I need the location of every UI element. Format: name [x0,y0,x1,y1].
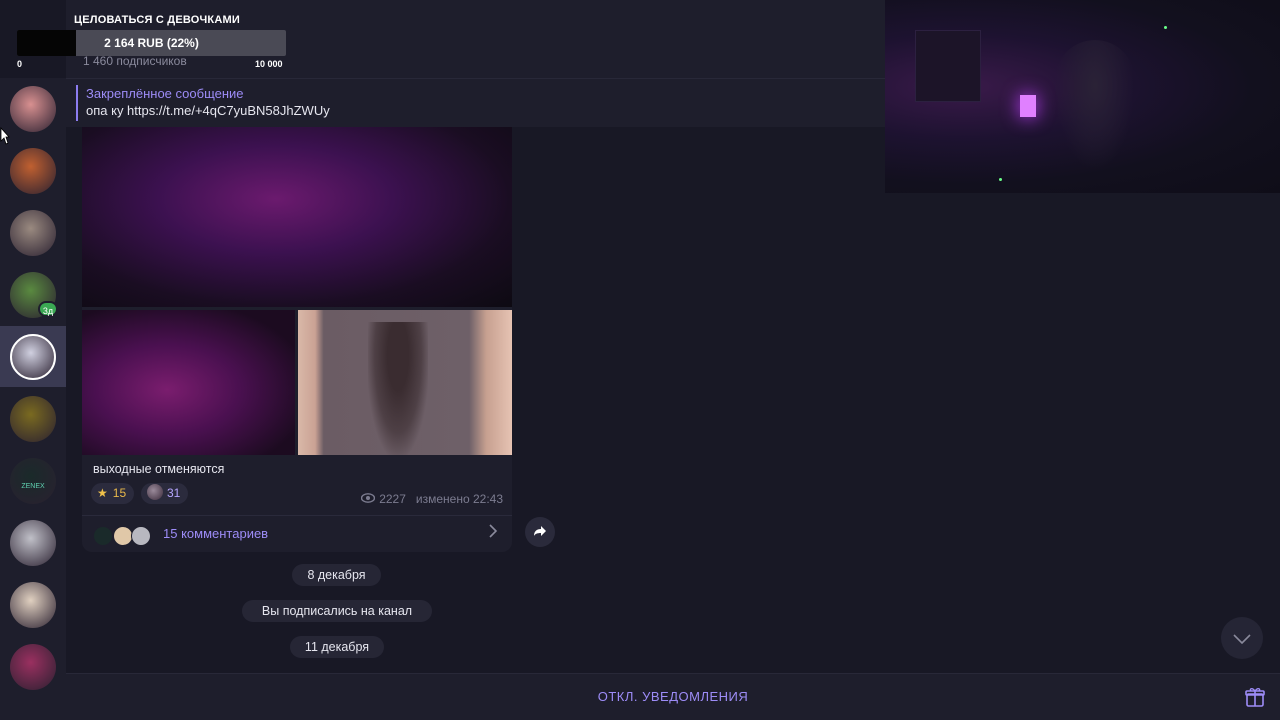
post-meta: 2227 изменено 22:43 [360,492,503,506]
eye-icon [360,492,376,506]
commenter-avatars [93,526,157,546]
post-photo-2[interactable] [82,310,295,455]
mouse-cursor [0,126,10,145]
commenter-avatar [93,526,113,546]
goal-amount: 2 164 RUB (22%) [104,36,199,50]
scroll-down-button[interactable] [1221,617,1263,659]
date-separator: 8 декабря [292,564,381,586]
post-caption: выходные отменяются [93,462,225,476]
sidebar-chat-avatar-9[interactable] [10,582,56,628]
share-icon [533,524,547,540]
sidebar-chat-avatar-3[interactable] [10,210,56,256]
unread-badge: 3д [38,301,58,317]
sidebar-chat-avatar-1[interactable] [10,86,56,132]
reaction-avatar[interactable]: 31 [141,483,189,504]
bottom-bar: ОТКЛ. УВЕДОМЛЕНИЯ [66,673,1280,720]
chevron-down-icon [1233,628,1251,648]
sidebar-chat-avatar-5[interactable] [10,334,56,380]
view-count: 2227 [379,492,406,506]
gift-icon[interactable] [1244,686,1266,708]
pinned-message[interactable]: Закреплённое сообщение опа ку https://t.… [66,78,885,127]
webcam-person [1055,40,1135,170]
edited-time: изменено 22:43 [415,492,503,506]
sidebar-chat-avatar-10[interactable] [10,644,56,690]
chevron-right-icon [488,524,498,543]
commenter-avatar [131,526,151,546]
post-photo-1[interactable] [82,127,512,307]
comments-label: 15 комментариев [163,526,269,541]
pinned-indicator [76,85,78,121]
channel-post: выходные отменяются ★ 15 31 2227 изменено… [82,127,512,552]
mute-notifications-button[interactable]: ОТКЛ. УВЕДОМЛЕНИЯ [66,689,1280,704]
goal-progress-bar: 2 164 RUB (22%) [17,30,286,56]
donation-goal-overlay: ЦЕЛОВАТЬСЯ С ДЕВОЧКАМИ 2 164 RUB (22%) 0… [0,0,300,78]
sidebar-chat-avatar-6[interactable] [10,396,56,442]
goal-title: ЦЕЛОВАТЬСЯ С ДЕВОЧКАМИ [74,14,240,26]
comments-button[interactable]: 15 комментариев [82,515,512,552]
app-root: 1 460 подписчиков ЦЕЛОВАТЬСЯ С ДЕВОЧКАМИ… [0,0,1280,720]
reaction-star[interactable]: ★ 15 [91,483,135,504]
sidebar-chat-avatar-8[interactable] [10,520,56,566]
webcam-light [1020,95,1036,117]
goal-min: 0 [17,59,23,69]
service-message: Вы подписались на канал [242,600,432,622]
reaction-count: 15 [112,486,127,500]
webcam-led [999,178,1002,181]
post-photo-3[interactable] [298,310,512,455]
photo-silhouette [368,322,428,455]
pinned-text: опа ку https://t.me/+4qC7yuBN58JhZWUy [86,103,330,118]
webcam-overlay [885,0,1280,193]
goal-max: 10 000 [255,59,283,69]
webcam-led [1164,26,1167,29]
reaction-count: 31 [167,486,181,500]
date-separator: 11 декабря [290,636,384,658]
share-button[interactable] [525,517,555,547]
commenter-avatar [113,526,133,546]
sidebar-chat-avatar-7[interactable]: ZENEX [10,458,56,504]
star-icon: ★ [97,486,108,500]
webcam-monitor [915,30,981,102]
pinned-title: Закреплённое сообщение [86,86,244,101]
sidebar-chat-avatar-2[interactable] [10,148,56,194]
avatar-reaction-icon [147,484,163,500]
